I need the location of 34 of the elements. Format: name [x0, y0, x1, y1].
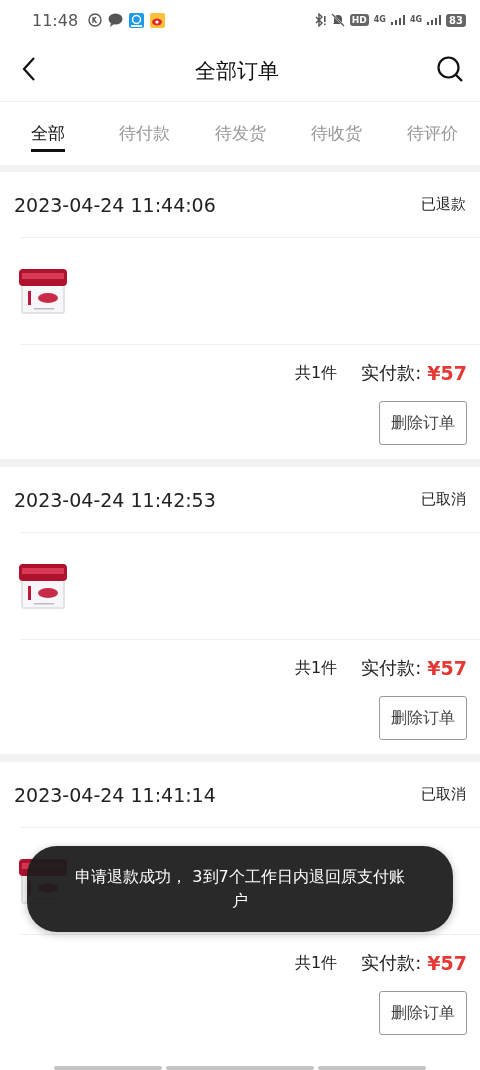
- item-count: 共1件: [295, 362, 338, 384]
- paid-label: 实付款:: [361, 951, 422, 975]
- signal-icon: [390, 15, 405, 25]
- order-status: 已取消: [421, 785, 466, 804]
- paid-label: 实付款:: [361, 656, 422, 680]
- hd-badge: HD: [349, 14, 369, 26]
- chat-bubble-icon: [108, 13, 124, 27]
- bluetooth-icon: [313, 13, 326, 27]
- order-status: 已取消: [421, 490, 466, 509]
- eye-app-icon: [150, 12, 166, 28]
- order-tab[interactable]: 全部: [31, 118, 65, 152]
- delete-order-button[interactable]: 删除订单: [379, 696, 467, 740]
- paid-amount: ¥57: [427, 952, 467, 974]
- delete-order-button[interactable]: 删除订单: [379, 991, 467, 1035]
- order-status: 已退款: [421, 195, 466, 214]
- order-date: 2023-04-24 11:42:53: [14, 488, 216, 511]
- signal-icon: [427, 15, 442, 25]
- item-count: 共1件: [295, 657, 338, 679]
- order-date: 2023-04-24 11:44:06: [14, 193, 216, 216]
- order-date: 2023-04-24 11:41:14: [14, 783, 216, 806]
- k-circle-icon: [88, 13, 103, 27]
- clock-time: 11:48: [32, 10, 79, 30]
- delete-order-button[interactable]: 删除订单: [379, 401, 467, 445]
- paid-amount: ¥57: [427, 362, 467, 384]
- page-title: 全部订单: [195, 57, 279, 85]
- network-label: 4G: [409, 16, 423, 24]
- app-icon: [129, 12, 145, 28]
- paid-amount: ¥57: [427, 657, 467, 679]
- battery-level: 83: [446, 13, 466, 27]
- paid-label: 实付款:: [361, 361, 422, 385]
- muted-bell-icon: [330, 13, 345, 27]
- network-label: 4G: [373, 16, 386, 24]
- toast-message: 申请退款成功， 3到7个工作日内退回原支付账户: [74, 866, 406, 912]
- item-count: 共1件: [295, 952, 338, 974]
